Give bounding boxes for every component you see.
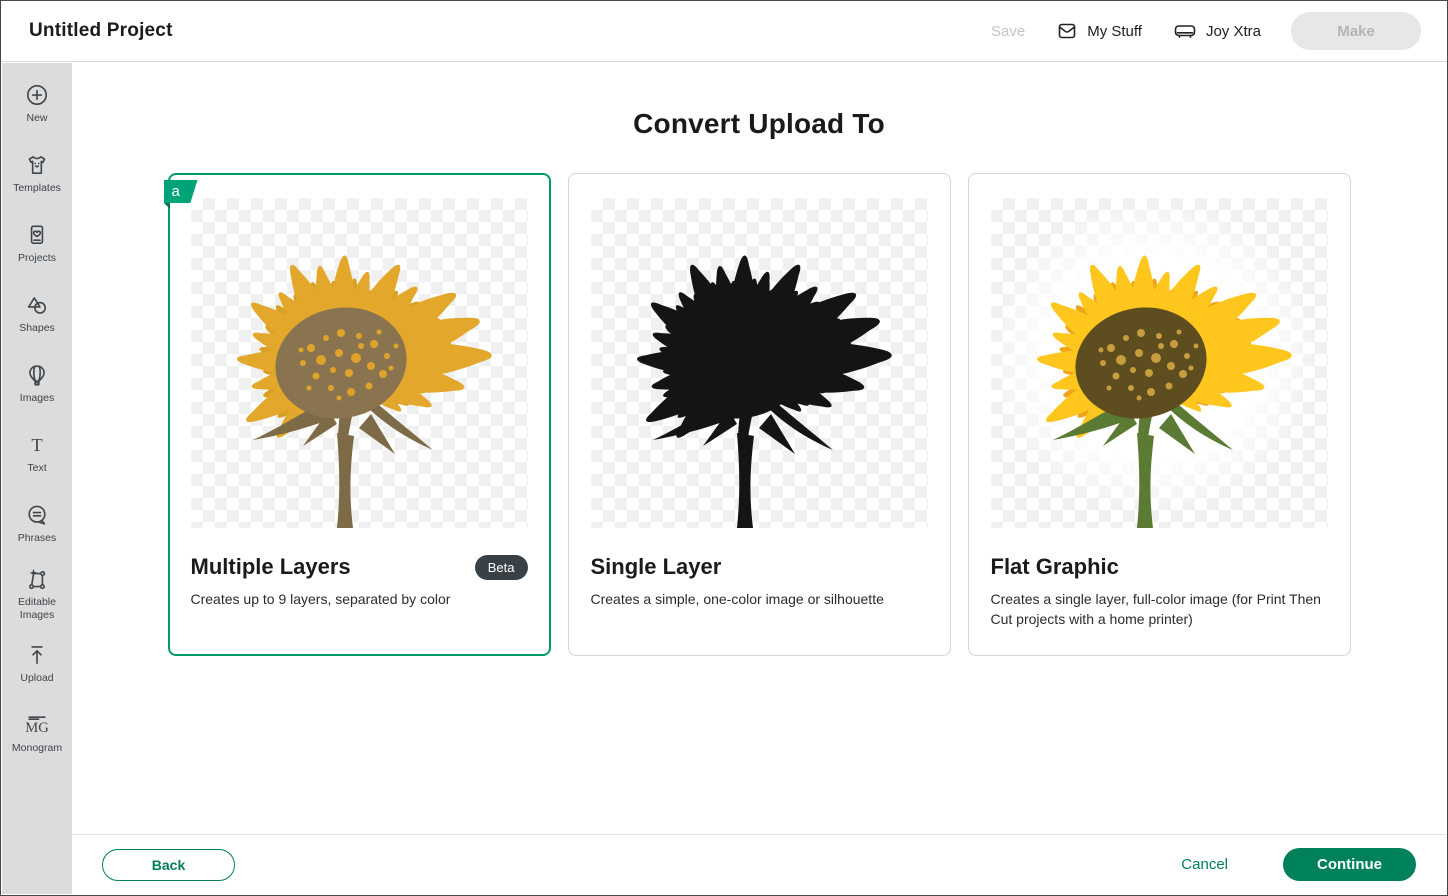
preview-multiple-layers [191,198,528,528]
machine-icon [1172,19,1198,43]
my-stuff-button[interactable]: My Stuff [1055,19,1142,43]
preview-single-layer [591,198,928,528]
sidebar-item-label: Images [4,392,70,405]
back-button[interactable]: Back [102,849,235,881]
make-button[interactable]: Make [1291,12,1421,50]
sidebar-item-text[interactable]: T Text [2,419,72,489]
badge-fold [164,203,170,209]
hot-air-balloon-icon [24,362,50,388]
sidebar-item-label: Upload [4,672,70,685]
top-bar: Untitled Project Save My Stuff [1,1,1447,62]
upload-arrow-icon [24,642,50,668]
page-heading: Convert Upload To [72,108,1446,140]
bottom-bar: Back Cancel Continue [72,834,1446,894]
card-title: Flat Graphic [991,554,1119,580]
card-description: Creates up to 9 layers, separated by col… [191,589,528,609]
sidebar-item-label: New [4,112,70,125]
sidebar-item-label: Templates [4,182,70,195]
sidebar-item-monogram[interactable]: MG Monogram [2,699,72,769]
sidebar-item-templates[interactable]: Templates [2,139,72,209]
svg-text:T: T [31,435,42,455]
sidebar-item-label: Editable Images [4,596,70,622]
speech-bubble-icon [24,502,50,528]
my-stuff-label: My Stuff [1087,23,1142,40]
cricut-access-badge: a [164,180,198,203]
tshirt-icon [24,152,50,178]
sunflower-two-color-image [191,198,527,528]
card-single-layer[interactable]: Single Layer Creates a simple, one-color… [568,173,951,656]
continue-button[interactable]: Continue [1283,848,1416,881]
sidebar-item-label: Projects [4,252,70,265]
main-content: Convert Upload To a Multiple Layers Beta… [72,63,1446,834]
sidebar-item-upload[interactable]: Upload [2,629,72,699]
sidebar-item-images[interactable]: Images [2,349,72,419]
left-sidebar: New Templates Projects [2,63,72,894]
card-description: Creates a single layer, full-color image… [991,589,1328,630]
inbox-icon [1055,19,1079,43]
beta-badge: Beta [475,555,528,580]
sidebar-item-label: Text [4,462,70,475]
conversion-options: a Multiple Layers Beta Creates up to 9 l… [72,173,1446,656]
preview-flat-graphic [991,198,1328,528]
sidebar-item-editable-images[interactable]: Editable Images [2,559,72,629]
svg-text:MG: MG [25,721,49,737]
letter-t-icon: T [24,432,50,458]
sunflower-silhouette-image [591,198,927,528]
page-title: Untitled Project [29,20,173,42]
monogram-mg-icon: MG [24,712,50,738]
card-title: Multiple Layers [191,554,351,580]
sidebar-item-label: Shapes [4,322,70,335]
card-multiple-layers[interactable]: a Multiple Layers Beta Creates up to 9 l… [168,173,551,656]
sidebar-item-phrases[interactable]: Phrases [2,489,72,559]
sunflower-photo-image [991,198,1327,528]
cricut-access-letter: a [172,184,180,199]
card-flat-graphic[interactable]: Flat Graphic Creates a single layer, ful… [968,173,1351,656]
sidebar-item-new[interactable]: New [2,69,72,139]
card-title: Single Layer [591,554,722,580]
triangle-circle-icon [24,292,50,318]
machine-label: Joy Xtra [1206,23,1261,40]
sidebar-item-label: Monogram [4,742,70,755]
sidebar-item-label: Phrases [4,532,70,545]
sidebar-item-shapes[interactable]: Shapes [2,279,72,349]
plus-circle-icon [24,82,50,108]
save-button[interactable]: Save [991,23,1025,40]
app-window: Untitled Project Save My Stuff [0,0,1448,896]
vector-nodes-icon [24,566,50,592]
sidebar-item-projects[interactable]: Projects [2,209,72,279]
cancel-button[interactable]: Cancel [1181,856,1228,873]
card-description: Creates a simple, one-color image or sil… [591,589,928,609]
machine-selector[interactable]: Joy Xtra [1172,19,1261,43]
project-card-icon [24,222,50,248]
